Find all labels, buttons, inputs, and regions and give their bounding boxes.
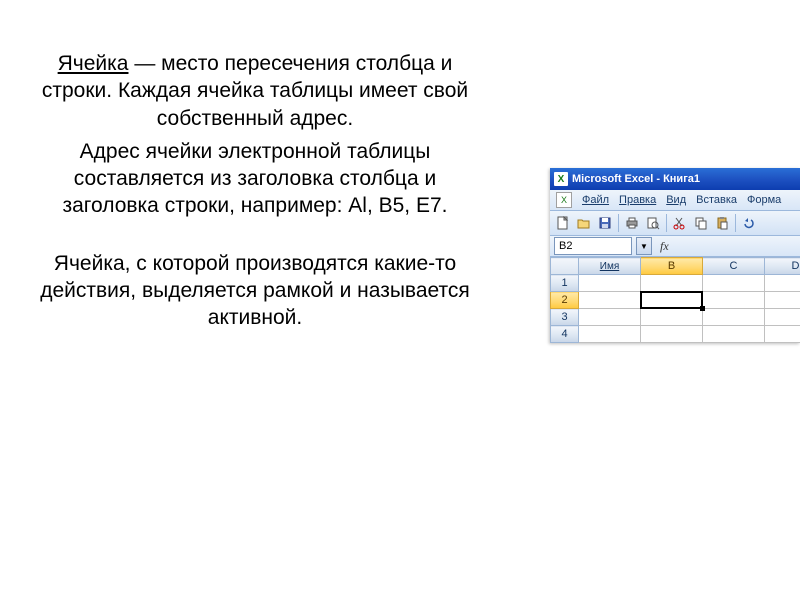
window-title: Microsoft Excel - Книга1: [572, 173, 700, 185]
paragraph-2: Адрес ячейки электронной таблицы составл…: [30, 138, 480, 220]
select-all-corner[interactable]: [551, 258, 579, 275]
toolbar-separator: [618, 214, 619, 232]
menu-view[interactable]: Вид: [662, 193, 690, 207]
col-header-b[interactable]: B: [641, 258, 703, 275]
toolbar-separator-3: [735, 214, 736, 232]
cell-d1[interactable]: [765, 275, 800, 292]
row-header-3[interactable]: 3: [551, 309, 579, 326]
cell-b3[interactable]: [641, 309, 703, 326]
excel-app-icon: X: [554, 172, 568, 186]
titlebar: X Microsoft Excel - Книга1: [550, 168, 800, 190]
grid: Имя B C D 1 2 3: [550, 257, 800, 343]
paste-icon[interactable]: [713, 214, 731, 232]
name-box[interactable]: B2: [554, 237, 632, 255]
menu-insert[interactable]: Вставка: [692, 193, 741, 207]
toolbar-separator-2: [666, 214, 667, 232]
cell-d2[interactable]: [765, 292, 800, 309]
menubar: X Файл Правка Вид Вставка Форма: [550, 190, 800, 211]
cut-icon[interactable]: [671, 214, 689, 232]
cell-a4[interactable]: [579, 326, 641, 343]
cell-a3[interactable]: [579, 309, 641, 326]
fx-icon[interactable]: fx: [656, 239, 673, 254]
menu-format[interactable]: Форма: [743, 193, 785, 207]
cell-c4[interactable]: [703, 326, 765, 343]
print-icon[interactable]: [623, 214, 641, 232]
undo-icon[interactable]: [740, 214, 758, 232]
cell-b2-active[interactable]: [641, 292, 703, 309]
cell-c1[interactable]: [703, 275, 765, 292]
cell-a1[interactable]: [579, 275, 641, 292]
cell-d4[interactable]: [765, 326, 800, 343]
menu-edit[interactable]: Правка: [615, 193, 660, 207]
cell-b1[interactable]: [641, 275, 703, 292]
cell-b4[interactable]: [641, 326, 703, 343]
menu-file[interactable]: Файл: [578, 193, 613, 207]
cell-a2[interactable]: [579, 292, 641, 309]
paragraph-1: Ячейка — место пересечения столбца и стр…: [30, 50, 480, 132]
copy-icon[interactable]: [692, 214, 710, 232]
col-header-d[interactable]: D: [765, 258, 800, 275]
toolbar: [550, 211, 800, 236]
cell-c3[interactable]: [703, 309, 765, 326]
worksheet: Имя B C D 1 2 3: [550, 257, 800, 343]
new-icon[interactable]: [554, 214, 572, 232]
name-box-dropdown-icon[interactable]: ▼: [636, 237, 652, 255]
row-header-2[interactable]: 2: [551, 292, 579, 309]
excel-window: X Microsoft Excel - Книга1 X Файл Правка…: [550, 168, 800, 343]
col-header-c[interactable]: C: [703, 258, 765, 275]
print-preview-icon[interactable]: [644, 214, 662, 232]
term-cell: Ячейка: [58, 52, 129, 75]
explanation-text: Ячейка — место пересечения столбца и стр…: [30, 50, 480, 338]
formula-bar: B2 ▼ fx: [550, 236, 800, 257]
open-icon[interactable]: [575, 214, 593, 232]
cell-c2[interactable]: [703, 292, 765, 309]
col-header-a[interactable]: Имя: [579, 258, 641, 275]
save-icon[interactable]: [596, 214, 614, 232]
cell-d3[interactable]: [765, 309, 800, 326]
row-header-4[interactable]: 4: [551, 326, 579, 343]
workbook-icon: X: [556, 192, 572, 208]
row-header-1[interactable]: 1: [551, 275, 579, 292]
paragraph-3: Ячейка, с которой производятся какие-то …: [30, 250, 480, 332]
